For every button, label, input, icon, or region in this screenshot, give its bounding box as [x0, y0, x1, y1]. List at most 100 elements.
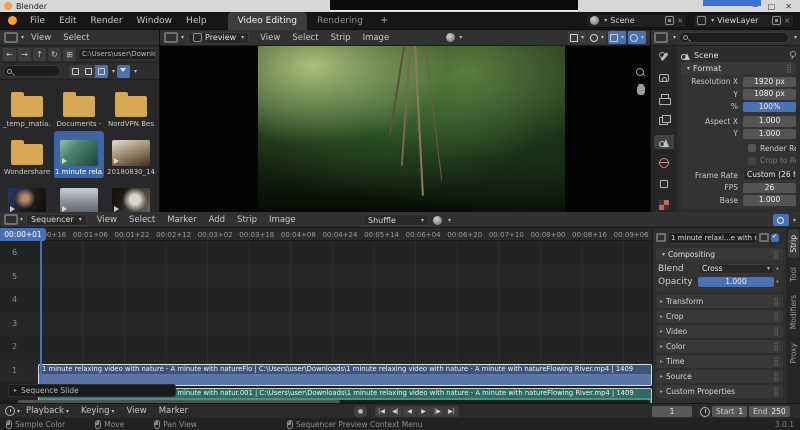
workspace-tab[interactable]: Video Editing: [227, 11, 308, 30]
operator-redo-panel[interactable]: ▸ Sequence Slide: [8, 384, 176, 397]
frame-rate-dropdown[interactable]: Custom (26 fps)▾: [743, 170, 796, 181]
pan-hand-icon[interactable]: [636, 84, 645, 95]
add-workspace-button[interactable]: +: [373, 15, 395, 26]
view-type-dropdown[interactable]: Preview ▾: [188, 31, 250, 44]
file-item[interactable]: Wondershare: [2, 131, 52, 178]
path-field[interactable]: C:\Users\user\Downloads\: [78, 48, 156, 60]
menu-item[interactable]: Select: [123, 215, 161, 225]
pivot-point-toggle[interactable]: ▾: [587, 31, 606, 44]
minimize-button[interactable]: ─: [753, 2, 758, 11]
display-vertical-list-button[interactable]: [69, 64, 82, 78]
panel-options-icon[interactable]: ⣿: [773, 297, 779, 306]
editor-type-icon[interactable]: [164, 32, 178, 43]
menu-item[interactable]: View: [91, 215, 123, 225]
menu-item[interactable]: Marker: [161, 215, 202, 225]
next-keyframe-icon[interactable]: |▶: [431, 406, 445, 417]
prev-keyframe-icon[interactable]: ◀|: [389, 406, 403, 417]
menu-item[interactable]: View: [25, 33, 57, 43]
record-button[interactable]: ●: [354, 406, 367, 417]
panel-options-icon[interactable]: ⣿: [773, 327, 779, 336]
panel-options-icon[interactable]: ⣿: [773, 372, 779, 381]
panel-options-icon[interactable]: ⣿: [786, 64, 792, 73]
file-item[interactable]: 20180830_14: [106, 131, 156, 178]
blender-menu-icon[interactable]: [8, 16, 17, 25]
collapsed-panel-header[interactable]: ▸ Time ⣿: [656, 355, 783, 368]
frame-end-field[interactable]: End 250: [749, 406, 790, 417]
properties-tab[interactable]: [654, 113, 674, 127]
zoom-tool-icon[interactable]: [636, 68, 645, 77]
panel-options-icon[interactable]: ⣿: [773, 342, 779, 351]
resolution-y-field[interactable]: 1080 px: [743, 89, 796, 100]
playhead[interactable]: [40, 228, 42, 382]
close-button[interactable]: ✕: [785, 2, 792, 11]
filter-settings-chevron-icon[interactable]: ▾: [134, 68, 137, 75]
menu-item[interactable]: View: [254, 33, 286, 43]
current-frame-field[interactable]: 1: [652, 406, 692, 417]
display-thumbnails-button[interactable]: [95, 64, 108, 78]
properties-tab[interactable]: [654, 156, 674, 170]
overlap-mode-dropdown[interactable]: Shuffle ▾: [363, 214, 429, 226]
aspect-y-field[interactable]: 1.000: [743, 128, 796, 139]
properties-tab[interactable]: [654, 134, 674, 149]
jump-to-end-icon[interactable]: ▶|: [445, 406, 459, 417]
video-preview-frame[interactable]: [258, 46, 565, 212]
menu-item[interactable]: Add: [203, 215, 231, 225]
file-item[interactable]: 1 minute rela..: [54, 131, 104, 178]
auto-keyframe-clock-icon[interactable]: [700, 406, 710, 417]
file-item[interactable]: _temp_matla..: [2, 83, 52, 130]
viewlayer-selector[interactable]: ▾ ViewLayer ✕: [693, 13, 794, 28]
collapsed-panel-header[interactable]: ▸ Crop ⣿: [656, 310, 783, 323]
sequencer-overlays-toggle[interactable]: [772, 214, 789, 226]
frame-start-field[interactable]: Start 1: [712, 406, 748, 417]
sequencer-view-dropdown[interactable]: Sequencer ▾: [26, 213, 87, 226]
panel-options-icon[interactable]: ⣿: [773, 312, 779, 321]
properties-tab[interactable]: [654, 198, 674, 212]
properties-options-chevron-icon[interactable]: ▾: [794, 34, 797, 41]
keying-menu[interactable]: Keying ▾: [75, 406, 121, 416]
new-scene-icon[interactable]: [665, 16, 675, 25]
animate-blend-icon[interactable]: •: [774, 265, 781, 273]
sidebar-tab[interactable]: Modifiers: [788, 290, 799, 334]
overlays-toggle[interactable]: ▾: [627, 31, 646, 44]
aspect-x-field[interactable]: 1.000: [743, 116, 796, 127]
refresh-button[interactable]: ↻: [48, 47, 61, 61]
sidebar-tab[interactable]: Tool: [788, 262, 799, 287]
properties-tab[interactable]: [654, 50, 674, 64]
menu-item[interactable]: Image: [357, 33, 396, 43]
timeline-ruler[interactable]: 00:00+16 00:01+06 00:01+22 00:02+12 00:03+02…: [0, 228, 652, 241]
compositing-panel-header[interactable]: ▾ Compositing ⣿: [656, 248, 783, 260]
file-item[interactable]: NordVPN Bes: [106, 83, 156, 130]
properties-tab[interactable]: [654, 92, 674, 106]
mute-strip-icon[interactable]: [759, 233, 769, 242]
pin-icon[interactable]: [788, 51, 796, 59]
timeline-editor-icon[interactable]: [5, 406, 15, 416]
snapping-icon[interactable]: [433, 215, 442, 225]
editor-type-icon[interactable]: [4, 214, 18, 225]
panel-options-icon[interactable]: ⣿: [773, 387, 779, 396]
resolution-percent-slider[interactable]: 100%: [743, 101, 796, 112]
sequencer-tracks[interactable]: 6 5 4 3 2 1 1 minute relaxing video with natu…: [0, 241, 652, 410]
menu-item[interactable]: Image: [263, 215, 302, 225]
blend-dropdown[interactable]: Cross ▾: [698, 263, 774, 275]
filter-button[interactable]: [117, 64, 131, 78]
gizmos-toggle[interactable]: ▾: [607, 31, 626, 44]
render-region-checkbox[interactable]: [748, 144, 756, 153]
jump-to-start-icon[interactable]: |◀: [375, 406, 389, 417]
parent-dir-button[interactable]: ↑: [33, 47, 46, 61]
play-reverse-icon[interactable]: ◀: [403, 406, 417, 417]
workspace-tab[interactable]: Rendering: [307, 12, 373, 30]
fps-field[interactable]: 26: [743, 182, 796, 193]
marker-menu[interactable]: Marker: [153, 406, 194, 416]
scene-selector[interactable]: ▾ Scene ✕: [586, 13, 688, 28]
panel-options-icon[interactable]: ⣿: [773, 250, 779, 259]
collapsed-panel-header[interactable]: ▸ Video ⣿: [656, 325, 783, 338]
menu-item[interactable]: Strip: [325, 33, 357, 43]
opacity-slider[interactable]: 1.000: [698, 276, 774, 288]
properties-search-input[interactable]: [690, 34, 785, 41]
sidebar-tab[interactable]: Strip: [787, 230, 799, 258]
menu-item[interactable]: Strip: [231, 215, 263, 225]
collapsed-panel-header[interactable]: ▸ Transform ⣿: [656, 295, 783, 308]
menu-item[interactable]: File: [23, 12, 52, 30]
collapsed-panel-header[interactable]: ▸ Source ⣿: [656, 370, 783, 383]
properties-tab[interactable]: [654, 71, 674, 85]
